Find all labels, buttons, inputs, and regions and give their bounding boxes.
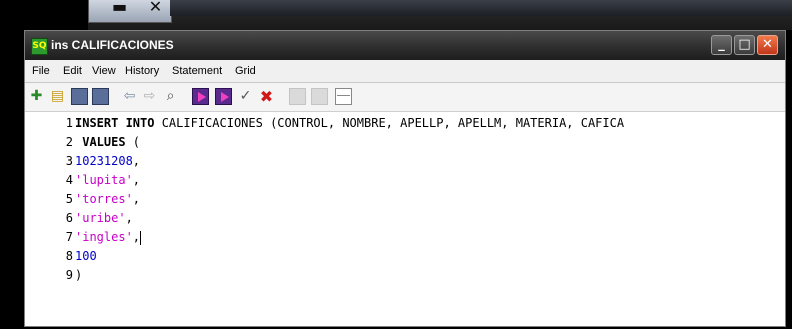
code-line[interactable]: 5'torres', (25, 191, 785, 208)
app-icon: SQ (31, 38, 48, 55)
code-line[interactable]: 3 10231208, (25, 153, 785, 170)
save-icon[interactable] (71, 88, 88, 105)
maximize-button[interactable]: □ (734, 35, 755, 55)
find-icon[interactable]: ⌕ (162, 88, 179, 105)
code-token-str: 'torres' (75, 192, 133, 206)
disabled-icon (289, 88, 306, 105)
code-token-kw: INSERT INTO (75, 116, 155, 130)
code-editor[interactable]: 1 INSERT INTO CALIFICACIONES (CONTROL, NO… (25, 112, 785, 326)
code-token-plain: ( (125, 135, 141, 149)
code-line[interactable]: 9) (25, 267, 785, 284)
sql-editor-window: SQ ins CALIFICACIONES _ □ ✕ File Edit Vi… (24, 30, 786, 327)
line-number: 8 (65, 249, 73, 263)
forward-arrow-icon[interactable]: ⇨ (141, 88, 158, 105)
back-arrow-icon[interactable]: ⇦ (121, 88, 138, 105)
title-bar[interactable]: SQ ins CALIFICACIONES _ □ ✕ (25, 31, 785, 60)
code-line[interactable]: 6'uribe', (25, 210, 785, 227)
code-text[interactable]: 100 (75, 248, 97, 265)
code-token-str: 'ingles' (75, 230, 133, 244)
background-window-edge (170, 0, 792, 16)
line-number: 4 (65, 173, 73, 187)
code-token-plain: , (132, 173, 141, 187)
menu-bar: File Edit View History Statement Grid (25, 60, 785, 83)
menu-grid[interactable]: Grid (235, 65, 256, 77)
code-line[interactable]: 4'lupita', (25, 172, 785, 189)
menu-edit[interactable]: Edit (63, 65, 82, 77)
text-cursor (140, 230, 142, 245)
grid-icon[interactable] (335, 88, 352, 105)
code-token-plain: , (132, 154, 141, 168)
code-text[interactable]: VALUES ( (75, 134, 140, 151)
line-number: 1 (65, 116, 73, 130)
line-number: 6 (65, 211, 73, 225)
menu-history[interactable]: History (125, 65, 159, 77)
code-text[interactable]: 'uribe', (75, 210, 133, 227)
code-text[interactable]: 10231208, (75, 153, 140, 170)
menu-view[interactable]: View (92, 65, 116, 77)
code-line[interactable]: 2 VALUES ( (25, 134, 785, 151)
cancel-icon[interactable]: ✖ (258, 88, 275, 105)
line-number: 2 (65, 135, 73, 149)
menu-statement[interactable]: Statement (172, 65, 222, 77)
background-window: ▬ ✕ (0, 0, 792, 30)
execute-icon[interactable] (192, 88, 209, 105)
code-text[interactable]: 'lupita', (75, 172, 140, 189)
minimize-button[interactable]: _ (711, 35, 732, 55)
line-number: 5 (65, 192, 73, 206)
code-token-str: 'lupita' (75, 173, 133, 187)
code-line[interactable]: 1 INSERT INTO CALIFICACIONES (CONTROL, NO… (25, 115, 785, 132)
code-token-str: 'uribe' (75, 211, 126, 225)
code-line[interactable]: 8 100 (25, 248, 785, 265)
code-token-num: 10231208 (75, 154, 133, 168)
line-number: 9 (65, 268, 73, 282)
execute-all-icon[interactable] (215, 88, 232, 105)
code-text[interactable]: 'ingles', (75, 229, 142, 246)
code-text[interactable]: 'torres', (75, 191, 140, 208)
close-button[interactable]: ✕ (757, 35, 778, 55)
line-number: 3 (65, 154, 73, 168)
code-token-plain: , (132, 230, 141, 244)
code-token-plain: , (132, 192, 141, 206)
check-icon[interactable]: ✓ (237, 88, 254, 105)
new-icon[interactable]: ✚ (28, 88, 45, 105)
background-window-caption-buttons[interactable]: ▬ ✕ (112, 0, 170, 15)
line-number: 7 (65, 230, 73, 244)
code-token-plain: CALIFICACIONES (CONTROL, NOMBRE, APELLP,… (154, 116, 625, 130)
code-text[interactable]: ) (75, 267, 82, 284)
open-icon[interactable]: ▤ (49, 88, 66, 105)
code-token-num: 100 (75, 249, 97, 263)
toolbar: ✚ ▤ ⇦ ⇨ ⌕ ✓ ✖ (25, 83, 785, 112)
code-token-plain: , (125, 211, 133, 225)
code-text[interactable]: INSERT INTO CALIFICACIONES (CONTROL, NOM… (75, 115, 624, 132)
save-as-icon[interactable] (92, 88, 109, 105)
code-token-kw: VALUES (75, 135, 126, 149)
code-line[interactable]: 7'ingles', (25, 229, 785, 246)
code-token-plain: ) (75, 268, 83, 282)
window-title: ins CALIFICACIONES (51, 38, 174, 52)
disabled-icon (311, 88, 328, 105)
menu-file[interactable]: File (32, 65, 50, 77)
